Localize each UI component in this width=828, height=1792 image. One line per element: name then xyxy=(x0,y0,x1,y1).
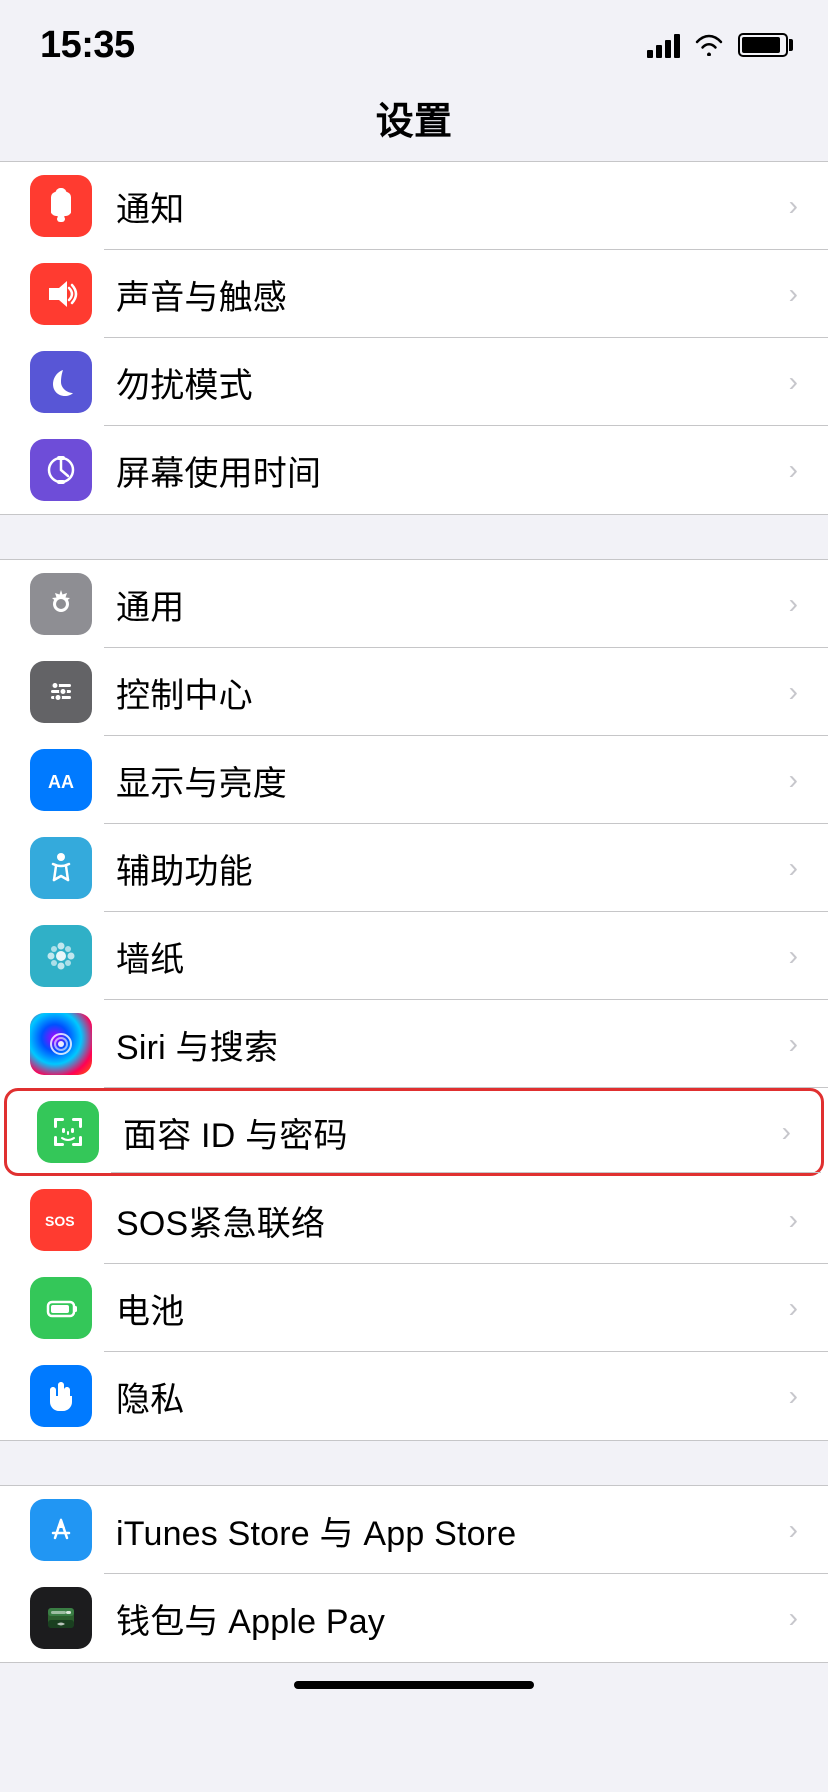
settings-row-sos[interactable]: SOS SOS紧急联络 › xyxy=(0,1176,828,1264)
svg-text:AA: AA xyxy=(48,772,74,792)
settings-group-3: iTunes Store 与 App Store › 钱包与 Apple Pay… xyxy=(0,1485,828,1663)
settings-row-battery[interactable]: 电池 › xyxy=(0,1264,828,1352)
signal-icon xyxy=(647,32,680,58)
general-icon xyxy=(30,573,92,635)
chevron-icon: › xyxy=(789,1516,798,1544)
wallet-icon xyxy=(30,1587,92,1649)
siri-icon xyxy=(30,1013,92,1075)
chevron-icon: › xyxy=(789,456,798,484)
settings-row-privacy[interactable]: 隐私 › xyxy=(0,1352,828,1440)
display-icon: AA xyxy=(30,749,92,811)
settings-row-dnd[interactable]: 勿扰模式 › xyxy=(0,338,828,426)
control-label: 控制中心 xyxy=(116,668,779,717)
settings-row-general[interactable]: 通用 › xyxy=(0,560,828,648)
home-indicator xyxy=(0,1663,828,1699)
chevron-icon: › xyxy=(789,192,798,220)
settings-row-notifications[interactable]: 通知 › xyxy=(0,162,828,250)
display-label: 显示与亮度 xyxy=(116,756,779,805)
settings-row-display[interactable]: AA 显示与亮度 › xyxy=(0,736,828,824)
chevron-icon: › xyxy=(789,1030,798,1058)
control-icon xyxy=(30,661,92,723)
siri-label: Siri 与搜索 xyxy=(116,1020,779,1069)
settings-row-wallpaper[interactable]: 墙纸 › xyxy=(0,912,828,1000)
sos-icon: SOS xyxy=(30,1189,92,1251)
dnd-label: 勿扰模式 xyxy=(116,358,779,407)
settings-group-2: 通用 › 控制中心 › AA 显示与亮度 › xyxy=(0,559,828,1441)
status-bar: 15:35 xyxy=(0,0,828,80)
battery-icon xyxy=(738,33,788,57)
wallet-label: 钱包与 Apple Pay xyxy=(116,1594,779,1643)
notifications-label: 通知 xyxy=(116,182,779,231)
svg-text:SOS: SOS xyxy=(45,1213,75,1229)
chevron-icon: › xyxy=(789,1382,798,1410)
chevron-icon: › xyxy=(789,854,798,882)
chevron-icon: › xyxy=(789,368,798,396)
battery-label: 电池 xyxy=(116,1284,779,1333)
chevron-icon: › xyxy=(789,1604,798,1632)
wallpaper-label: 墙纸 xyxy=(116,932,779,981)
sounds-label: 声音与触感 xyxy=(116,270,779,319)
sounds-icon xyxy=(30,263,92,325)
wallpaper-icon xyxy=(30,925,92,987)
settings-row-sounds[interactable]: 声音与触感 › xyxy=(0,250,828,338)
settings-row-siri[interactable]: Siri 与搜索 › xyxy=(0,1000,828,1088)
notifications-icon xyxy=(30,175,92,237)
battery-settings-icon xyxy=(30,1277,92,1339)
settings-group-1: 通知 › 声音与触感 › 勿扰模式 › xyxy=(0,161,828,515)
settings-row-screentime[interactable]: 屏幕使用时间 › xyxy=(0,426,828,514)
chevron-icon: › xyxy=(789,766,798,794)
chevron-icon: › xyxy=(789,1294,798,1322)
dnd-icon xyxy=(30,351,92,413)
status-icons xyxy=(647,32,788,58)
settings-row-wallet[interactable]: 钱包与 Apple Pay › xyxy=(0,1574,828,1662)
accessibility-icon xyxy=(30,837,92,899)
chevron-icon: › xyxy=(789,1206,798,1234)
privacy-label: 隐私 xyxy=(116,1372,779,1421)
sos-label: SOS紧急联络 xyxy=(116,1196,779,1245)
chevron-icon: › xyxy=(789,678,798,706)
screentime-icon xyxy=(30,439,92,501)
page-title: 设置 xyxy=(0,80,828,161)
settings-row-faceid[interactable]: 面容 ID 与密码 › xyxy=(4,1088,824,1176)
settings-row-itunes[interactable]: iTunes Store 与 App Store › xyxy=(0,1486,828,1574)
privacy-icon xyxy=(30,1365,92,1427)
screentime-label: 屏幕使用时间 xyxy=(116,446,779,495)
faceid-label: 面容 ID 与密码 xyxy=(123,1108,772,1157)
faceid-icon xyxy=(37,1101,99,1163)
wifi-icon xyxy=(694,34,724,56)
chevron-icon: › xyxy=(789,280,798,308)
chevron-icon: › xyxy=(789,590,798,618)
home-bar xyxy=(294,1681,534,1689)
general-label: 通用 xyxy=(116,580,779,629)
settings-row-accessibility[interactable]: 辅助功能 › xyxy=(0,824,828,912)
accessibility-label: 辅助功能 xyxy=(116,844,779,893)
status-time: 15:35 xyxy=(40,24,135,67)
settings-row-control[interactable]: 控制中心 › xyxy=(0,648,828,736)
chevron-icon: › xyxy=(789,942,798,970)
chevron-icon: › xyxy=(782,1118,791,1146)
itunes-label: iTunes Store 与 App Store xyxy=(116,1506,779,1555)
itunes-icon xyxy=(30,1499,92,1561)
